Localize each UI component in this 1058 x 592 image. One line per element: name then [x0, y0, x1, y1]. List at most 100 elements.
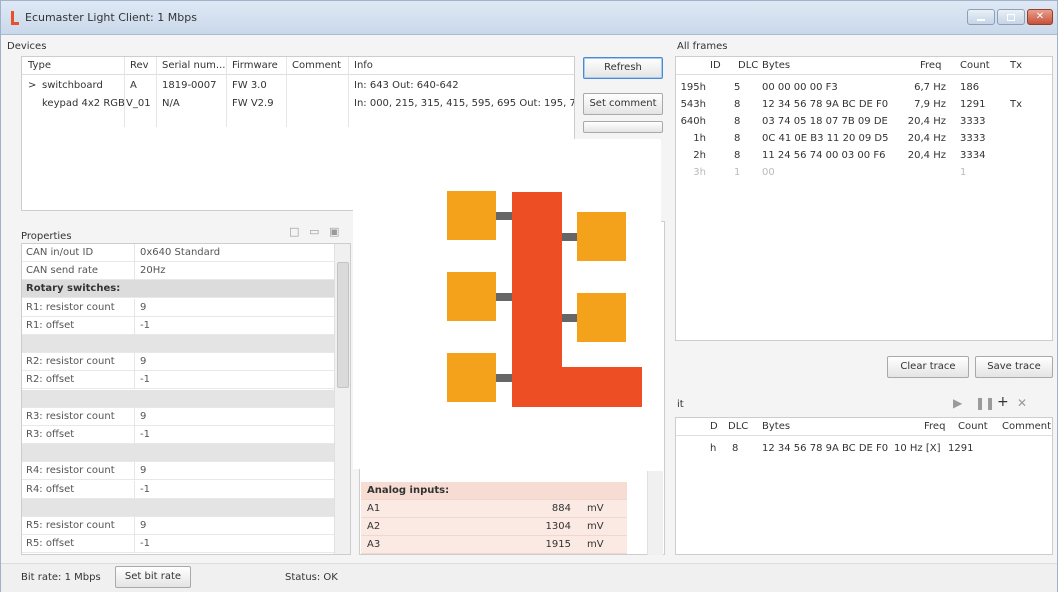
property-value[interactable]: 9	[140, 462, 146, 480]
partially-hidden-button[interactable]	[583, 121, 663, 133]
property-value[interactable]: -1	[140, 371, 150, 389]
frame-bytes: 00	[762, 167, 775, 178]
live-values-scrollbar[interactable]	[647, 471, 663, 555]
logo-square	[577, 212, 626, 261]
property-row[interactable]: R1: resistor count 9	[22, 298, 344, 317]
frames-col-tx[interactable]: Tx	[1010, 57, 1022, 74]
property-row[interactable]	[22, 498, 344, 517]
property-row[interactable]: R3: resistor count 9	[22, 407, 344, 426]
add-icon[interactable]: +	[997, 394, 1009, 410]
scrollbar-thumb[interactable]	[337, 262, 349, 388]
property-row[interactable]: R3: offset -1	[22, 426, 344, 444]
property-row[interactable]: R4: resistor count 9	[22, 462, 344, 481]
save-trace-button[interactable]: Save trace	[975, 356, 1053, 378]
property-row[interactable]: R2: offset -1	[22, 371, 344, 390]
analog-name: A3	[367, 539, 381, 550]
property-key: R2: resistor count	[26, 356, 115, 368]
new-file-icon[interactable]: □	[289, 225, 299, 238]
devices-col-firmware[interactable]: Firmware	[232, 57, 278, 74]
frames-col-dlc[interactable]: DLC	[738, 57, 758, 74]
property-key: Rotary switches:	[26, 283, 121, 295]
table-row[interactable]: 543h 8 12 34 56 78 9A BC DE F0 7,9 Hz 1291 Tx	[676, 96, 1052, 113]
frame-tx: Tx	[1010, 99, 1023, 110]
property-row[interactable]: CAN send rate 20Hz	[22, 262, 344, 281]
play-icon[interactable]: ▶	[953, 396, 962, 410]
expand-chevron-icon[interactable]: >	[28, 77, 36, 94]
properties-scrollbar[interactable]	[334, 244, 350, 554]
property-value[interactable]: 9	[140, 353, 146, 371]
table-row[interactable]: 3h 1 00 1	[676, 164, 1052, 181]
analog-unit: mV	[587, 539, 604, 550]
property-row[interactable]	[22, 444, 344, 463]
property-value[interactable]: 9	[140, 299, 146, 317]
property-value[interactable]: -1	[140, 426, 150, 444]
set-bitrate-button[interactable]: Set bit rate	[115, 566, 191, 588]
all-frames-table: ID DLC Bytes Freq Count Tx 195h 5 00 00 00…	[675, 56, 1053, 341]
property-value[interactable]: 9	[140, 517, 146, 535]
property-row[interactable]: R1: offset -1	[22, 316, 344, 335]
devices-col-rev[interactable]: Rev	[130, 57, 149, 74]
frame-tx	[1010, 79, 1040, 96]
property-row[interactable]	[22, 335, 344, 353]
property-value[interactable]: -1	[140, 317, 150, 335]
refresh-button[interactable]: Refresh	[583, 57, 663, 79]
analog-value: 884	[551, 503, 571, 514]
maximize-button[interactable]	[997, 9, 1025, 25]
frames-col-bytes[interactable]: Bytes	[762, 57, 790, 74]
property-value[interactable]: -1	[140, 481, 150, 499]
table-row[interactable]: 1h 8 0C 41 0E B3 11 20 09 D5 20,4 Hz 3333	[676, 130, 1052, 147]
set-comment-button[interactable]: Set comment	[583, 93, 663, 115]
table-row[interactable]: keypad 4x2 RGB V_01 N/A FW V2.9 In: 000,…	[22, 95, 574, 112]
devices-col-serial[interactable]: Serial num...	[162, 57, 225, 74]
maximize-icon	[1007, 14, 1015, 21]
transmit-col-bytes[interactable]: Bytes	[762, 418, 790, 435]
property-value[interactable]: -1	[140, 535, 150, 553]
devices-col-type[interactable]: Type	[28, 57, 51, 74]
table-row[interactable]: 2h 8 11 24 56 74 00 03 00 F6 20,4 Hz 3334	[676, 147, 1052, 164]
property-row[interactable]: R5: offset -1	[22, 535, 344, 554]
property-row[interactable]: R5: resistor count 9	[22, 517, 344, 535]
property-key: R2: offset	[26, 374, 75, 386]
property-row[interactable]: R4: offset -1	[22, 480, 344, 499]
table-row[interactable]: 195h 5 00 00 00 00 F3 6,7 Hz 186	[676, 79, 1052, 96]
analog-row: A2 1304 mV	[361, 518, 627, 536]
logo-square	[447, 191, 496, 240]
transmit-dlc: 8	[732, 443, 739, 454]
table-row[interactable]: 640h 8 03 74 05 18 07 7B 09 DE 20,4 Hz 3333	[676, 113, 1052, 130]
property-row[interactable]	[22, 389, 344, 408]
transmit-col-comment[interactable]: Comment	[1002, 418, 1051, 435]
device-firmware: FW V2.9	[232, 98, 274, 109]
transmit-col-dlc[interactable]: DLC	[728, 418, 748, 435]
property-value[interactable]: 0x640 Standard	[140, 244, 220, 262]
logo-square	[447, 272, 496, 321]
title-bar[interactable]: Ecumaster Light Client: 1 Mbps ✕	[1, 1, 1057, 35]
property-value[interactable]: 9	[140, 408, 146, 426]
frames-col-freq[interactable]: Freq	[920, 57, 941, 74]
transmit-col-freq[interactable]: Freq	[924, 418, 945, 435]
close-button[interactable]: ✕	[1027, 9, 1053, 25]
transmit-col-count[interactable]: Count	[958, 418, 988, 435]
frames-col-count[interactable]: Count	[960, 57, 990, 74]
open-folder-icon[interactable]: ▭	[309, 225, 319, 238]
property-key: R1: offset	[26, 319, 75, 331]
property-row[interactable]: R2: resistor count 9	[22, 353, 344, 372]
table-row[interactable]: > switchboard A 1819-0007 FW 3.0 In: 643…	[22, 77, 574, 94]
property-key: R3: offset	[26, 429, 75, 440]
minimize-button[interactable]	[967, 9, 995, 25]
clear-trace-button[interactable]: Clear trace	[887, 356, 969, 378]
property-row[interactable]: CAN in/out ID 0x640 Standard	[22, 244, 344, 262]
frames-col-id[interactable]: ID	[710, 57, 721, 74]
frame-freq: 20,4 Hz	[907, 150, 946, 161]
property-value[interactable]: 20Hz	[140, 262, 166, 280]
devices-col-comment[interactable]: Comment	[292, 57, 341, 74]
status-bar: Bit rate: 1 Mbps Set bit rate Status: OK	[1, 563, 1057, 592]
devices-col-info[interactable]: Info	[354, 57, 373, 74]
pause-icon[interactable]: ❚❚	[975, 396, 995, 410]
property-row[interactable]: Rotary switches:	[22, 280, 344, 299]
logo-connector	[561, 314, 577, 322]
remove-icon[interactable]: ✕	[1017, 396, 1027, 410]
transmit-col-id[interactable]: D	[710, 418, 718, 435]
frame-tx	[1010, 147, 1040, 164]
table-row[interactable]: h 8 12 34 56 78 9A BC DE F0 10 Hz [X] 12…	[676, 440, 1052, 457]
save-icon[interactable]: ▣	[329, 225, 339, 238]
